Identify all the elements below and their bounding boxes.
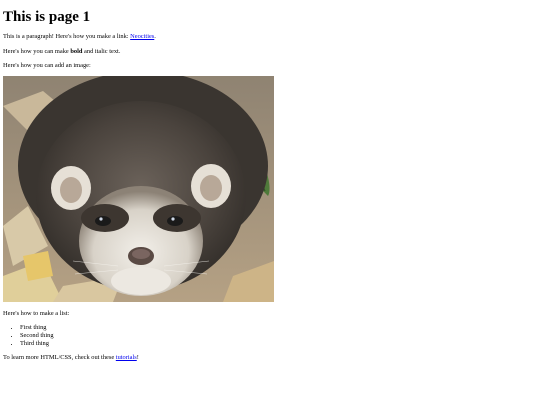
paragraph-link: This is a paragraph! Here's how you make… (3, 33, 156, 41)
tutorials-link[interactable]: tutorials (116, 354, 137, 361)
bold-word: bold (70, 48, 83, 55)
paragraph-link-end: . (154, 33, 156, 40)
page-title: This is page 1 (3, 9, 91, 25)
paragraph-bold-before: Here's how you can make (3, 48, 71, 55)
paragraph-bold-after: and italic text. (82, 48, 121, 55)
footer-text: To learn more HTML/CSS, check out these (3, 354, 116, 361)
ferret-image (3, 76, 274, 302)
paragraph-image-intro: Here's how you can add an image: (3, 62, 91, 69)
footer-paragraph: To learn more HTML/CSS, check out these … (3, 354, 139, 362)
footer-end: ! (136, 354, 139, 361)
list-item: Third thing (20, 340, 54, 348)
paragraph-bold: Here's how you can make bold and italic … (3, 48, 120, 56)
paragraph-link-text: This is a paragraph! Here's how you make… (3, 33, 131, 40)
list-item: First thing (20, 324, 54, 332)
list-item: Second thing (20, 332, 54, 340)
things-list: First thing Second thing Third thing (3, 324, 54, 348)
neocities-link[interactable]: Neocities (130, 33, 154, 40)
list-intro: Here's how to make a list: (3, 310, 70, 317)
